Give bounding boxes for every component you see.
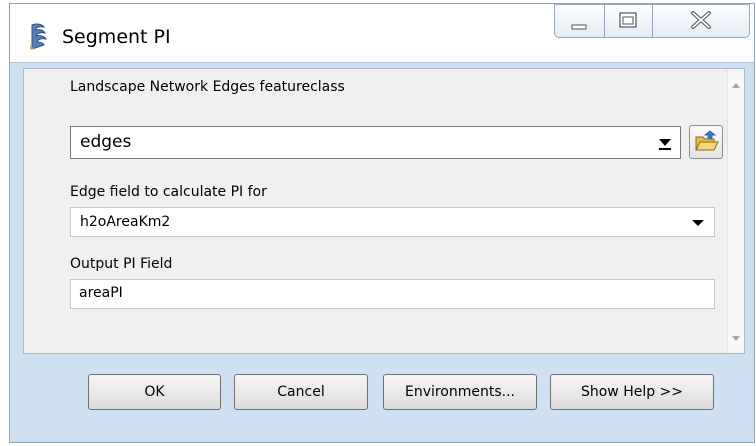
open-folder-icon	[695, 130, 719, 151]
vertical-scrollbar[interactable]	[727, 69, 744, 353]
edges-featureclass-combo[interactable]: edges	[70, 126, 681, 159]
scroll-down-arrow-icon[interactable]	[732, 336, 740, 341]
script-tool-icon	[30, 23, 48, 50]
dropdown-arrow-icon[interactable]	[656, 136, 674, 152]
output-pi-field-text[interactable]	[79, 285, 699, 301]
edge-field-label: Edge field to calculate PI for	[70, 184, 267, 200]
maximize-button[interactable]	[604, 4, 652, 38]
close-icon	[691, 11, 711, 29]
browse-button[interactable]	[689, 125, 723, 159]
cancel-button[interactable]: Cancel	[234, 374, 368, 410]
title-bar[interactable]: Segment PI	[10, 4, 754, 63]
minimize-button[interactable]	[554, 4, 604, 38]
minimize-icon	[571, 24, 587, 30]
edges-featureclass-value: edges	[80, 132, 132, 152]
environments-button[interactable]: Environments...	[383, 374, 537, 410]
output-pi-field-label: Output PI Field	[70, 256, 173, 272]
output-pi-field-input[interactable]	[70, 279, 715, 309]
ok-button[interactable]: OK	[88, 374, 221, 410]
edge-field-select[interactable]: h2oAreaKm2	[70, 207, 715, 237]
close-button[interactable]	[652, 4, 750, 38]
parameters-panel: Landscape Network Edges featureclass edg…	[23, 68, 745, 354]
show-help-button[interactable]: Show Help >>	[550, 374, 714, 410]
edge-field-value: h2oAreaKm2	[80, 214, 171, 230]
scroll-up-arrow-icon[interactable]	[732, 83, 740, 88]
segment-pi-dialog: Segment PI Landscape Network Edges featu…	[9, 3, 755, 443]
edges-featureclass-label: Landscape Network Edges featureclass	[70, 79, 345, 95]
chevron-down-icon	[692, 220, 704, 226]
maximize-icon	[619, 12, 637, 28]
window-title: Segment PI	[62, 26, 171, 48]
